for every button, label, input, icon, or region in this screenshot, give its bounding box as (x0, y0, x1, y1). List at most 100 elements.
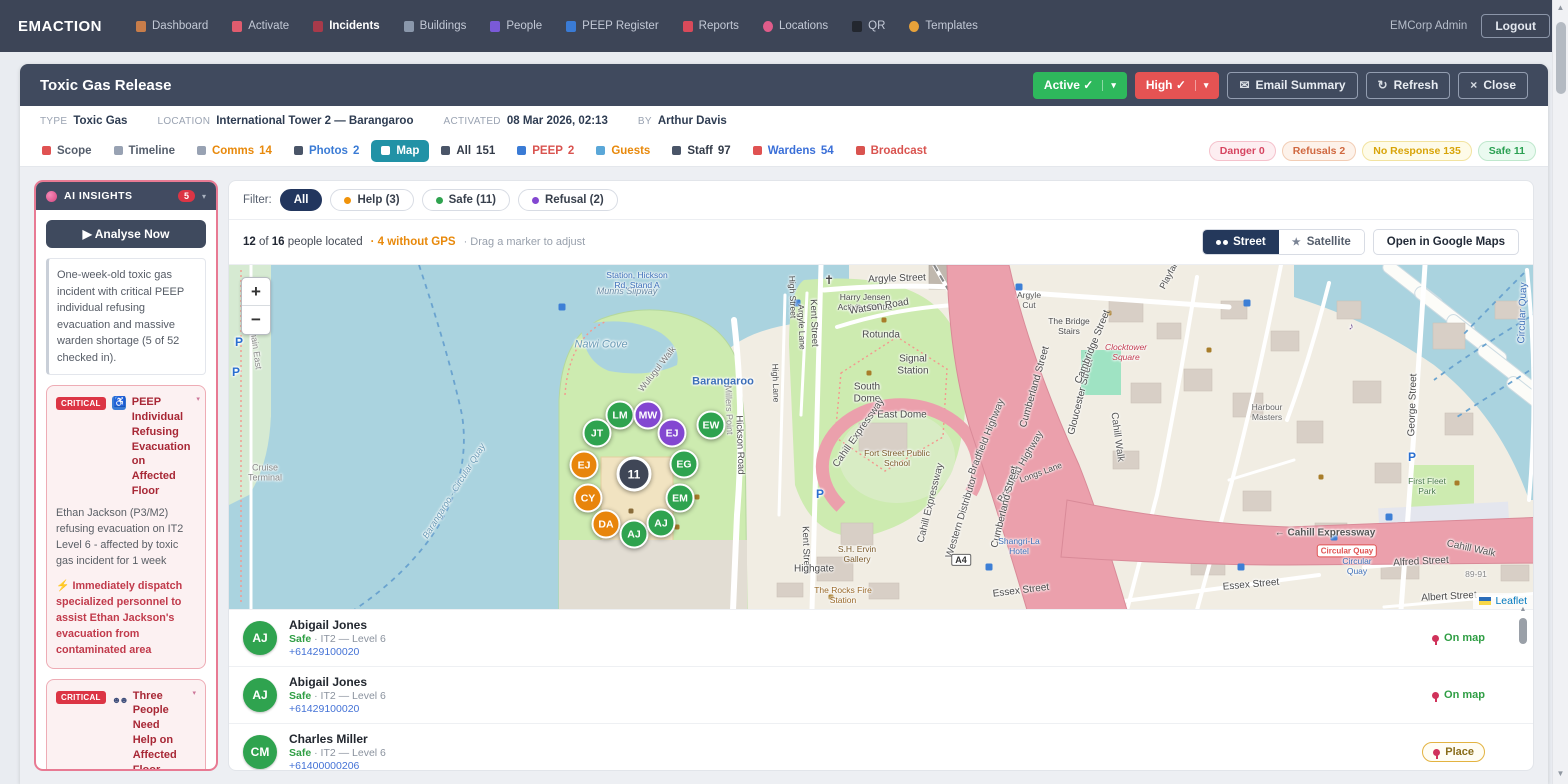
tab-bar: Scope Timeline Comms 14 Photos 2 Map All… (20, 135, 1548, 167)
incident-card: Toxic Gas Release Active ✓ High ✓ ✉ Emai… (20, 64, 1548, 784)
map-marker-cy[interactable]: CY (573, 483, 603, 513)
tab-comms[interactable]: Comms 14 (187, 140, 282, 162)
status-dropdown[interactable]: Active ✓ (1032, 71, 1127, 99)
map-marker-em[interactable]: EM (665, 483, 695, 513)
nav-item-dashboard[interactable]: Dashboard (136, 20, 208, 32)
chevron-icon: ▾ (192, 689, 196, 697)
critical-badge: CRITICAL (56, 690, 106, 704)
map-marker-aj[interactable]: AJ (646, 508, 676, 538)
map-marker-da[interactable]: DA (591, 509, 621, 539)
ai-insight-card[interactable]: CRITICAL Three People Need Help on Affec… (46, 678, 206, 769)
filter-pill-help-3[interactable]: Help (3) (330, 189, 414, 211)
scroll-down-icon[interactable]: ▼ (1553, 766, 1568, 782)
map-marker-jt[interactable]: JT (582, 418, 612, 448)
chevron-icon: ▾ (196, 396, 200, 403)
map-marker-ej[interactable]: EJ (569, 450, 599, 480)
tab-scope[interactable]: Scope (32, 140, 102, 162)
map-marker-ew[interactable]: EW (696, 410, 726, 440)
refresh-button[interactable]: ↻ Refresh (1365, 71, 1451, 99)
tab-broadcast[interactable]: Broadcast (846, 140, 937, 162)
nav-item-templates[interactable]: Templates (909, 20, 978, 32)
scroll-thumb[interactable] (1556, 22, 1566, 94)
nav-item-buildings[interactable]: Buildings (403, 20, 466, 32)
ai-count-badge: 5 (177, 190, 195, 202)
street-view-icon (1216, 239, 1222, 245)
person-name: Charles Miller (289, 732, 368, 746)
nav-item-icon (852, 20, 863, 32)
incident-title: Toxic Gas Release (40, 76, 172, 94)
map-basemap (229, 265, 1533, 609)
person-phone-link[interactable]: +61429100020 (289, 703, 386, 715)
map-marker-eg[interactable]: EG (669, 449, 699, 479)
map-marker-aj[interactable]: AJ (619, 519, 649, 549)
place-button[interactable]: Place (1422, 742, 1485, 762)
logout-button[interactable]: Logout (1481, 14, 1550, 38)
filter-pill-refusal-2[interactable]: Refusal (2) (517, 189, 618, 211)
open-google-maps-button[interactable]: Open in Google Maps (1372, 229, 1519, 255)
map-poi-icon (828, 594, 834, 600)
nav-item-incidents[interactable]: Incidents (313, 20, 380, 32)
tab-staff[interactable]: Staff 97 (662, 140, 740, 162)
scroll-up-icon[interactable]: ▲ (1518, 605, 1528, 615)
person-location: IT2 — Level 6 (320, 633, 386, 645)
on-map-link[interactable]: On map (1432, 689, 1485, 702)
nav-item-label: QR (868, 20, 886, 32)
nav-item-activate[interactable]: Activate (232, 20, 289, 32)
filter-pill-safe-11[interactable]: Safe (11) (421, 189, 510, 211)
map-poi-icon (793, 299, 801, 307)
tab-photos[interactable]: Photos 2 (284, 140, 369, 162)
map-marker-lm[interactable]: LM (605, 400, 635, 430)
tab-icon (293, 146, 303, 155)
close-button[interactable]: × Close (1458, 71, 1528, 99)
email-summary-button[interactable]: ✉ Email Summary (1227, 71, 1358, 99)
status-label: Active ✓ (1043, 78, 1094, 92)
avatar: CM (243, 735, 277, 769)
nav-item-people[interactable]: People (490, 20, 542, 32)
person-name: Abigail Jones (289, 675, 368, 689)
nav-item-icon (136, 20, 146, 32)
nav-item-icon (403, 20, 414, 32)
chevron-down-icon: ▾ (201, 191, 206, 201)
person-phone-link[interactable]: +61429100020 (289, 646, 386, 658)
map-marker-11[interactable]: 11 (616, 456, 652, 492)
tab-wardens[interactable]: Wardens 54 (743, 140, 844, 162)
tab-all[interactable]: All 151 (431, 140, 505, 162)
scroll-up-icon[interactable]: ▲ (1553, 0, 1568, 16)
nav-item-locations[interactable]: Locations (762, 20, 828, 32)
page-scrollbar[interactable]: ▲ ▼ (1552, 0, 1568, 784)
person-phone-link[interactable]: +61400000206 (289, 760, 386, 770)
ai-summary: One-week-old toxic gas incident with cri… (46, 258, 206, 375)
avatar: AJ (243, 678, 277, 712)
tab-peep[interactable]: PEEP 2 (507, 140, 584, 162)
ai-insight-card[interactable]: CRITICAL PEEP Individual Refusing Evacua… (46, 385, 206, 669)
filter-pill-all[interactable]: All (279, 189, 323, 211)
map-poi-icon (1454, 480, 1460, 486)
tab-timeline[interactable]: Timeline (104, 140, 185, 162)
street-view-button[interactable]: Street (1203, 230, 1279, 254)
scroll-thumb[interactable] (1519, 618, 1527, 644)
zoom-in-button[interactable]: + (242, 278, 270, 306)
pin-icon (1432, 691, 1440, 702)
tab-icon (855, 146, 865, 155)
meta-location-label: LOCATION (157, 115, 211, 127)
people-list-scrollbar[interactable]: ▲ (1518, 605, 1528, 644)
map-marker-ej[interactable]: EJ (657, 418, 687, 448)
meta-by-value: Arthur Davis (657, 114, 727, 127)
ai-insights-header[interactable]: AI INSIGHTS 5 ▾ (36, 182, 216, 210)
tab-guests[interactable]: Guests (586, 140, 660, 162)
nav-item-icon (566, 20, 577, 32)
tab-map[interactable]: Map (371, 139, 430, 162)
incident-actions: Active ✓ High ✓ ✉ Email Summary ↻ Refres… (1032, 71, 1528, 99)
insight-action: Immediately dispatch specialized personn… (56, 578, 196, 659)
nav-item-peep-register[interactable]: PEEP Register (566, 20, 659, 32)
insight-icon (111, 396, 126, 410)
map-canvas[interactable]: Munns Slipway Nawi Cove Wulugul Walk Bar… (229, 264, 1533, 609)
on-map-link[interactable]: On map (1432, 632, 1485, 645)
analyse-now-button[interactable]: ▶ Analyse Now (46, 220, 206, 248)
zoom-out-button[interactable]: − (242, 306, 270, 334)
nav-item-qr[interactable]: QR (852, 20, 885, 32)
nav-item-reports[interactable]: Reports (682, 20, 739, 32)
satellite-view-button[interactable]: Satellite (1278, 230, 1364, 254)
priority-dropdown[interactable]: High ✓ (1134, 71, 1220, 99)
map-marker-mw[interactable]: MW (633, 400, 663, 430)
